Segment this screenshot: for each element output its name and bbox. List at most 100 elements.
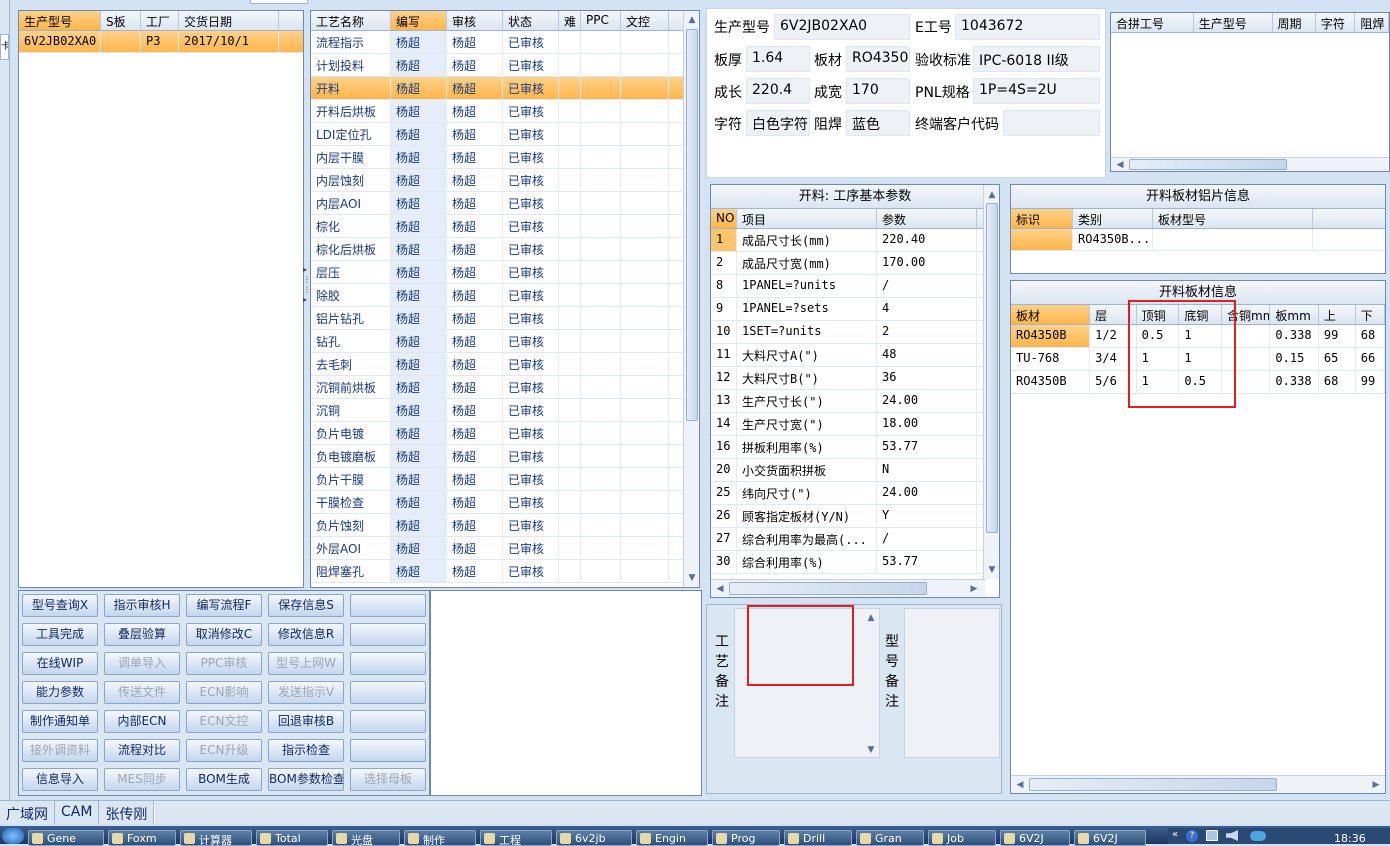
scroll-down-icon[interactable]: ▼	[985, 563, 999, 577]
network-icon[interactable]	[1206, 830, 1218, 841]
process-row[interactable]: 沉铜 杨超 杨超 已审核	[311, 399, 699, 422]
params-row[interactable]: 11 大料尺寸A(") 48	[711, 344, 999, 367]
action-button[interactable]: 工具完成	[22, 623, 98, 646]
process-row[interactable]: 内层AOI 杨超 杨超 已审核	[311, 192, 699, 215]
orders-row[interactable]: 6V2JB02XA0 P3 2017/10/1	[19, 31, 303, 53]
board-col-header[interactable]: 上	[1319, 305, 1356, 324]
action-button[interactable]: 指示检查	[268, 739, 344, 762]
process-vscrollbar[interactable]: ▲ ▼	[683, 11, 699, 587]
action-button[interactable]: BOM生成	[186, 768, 262, 791]
process-row[interactable]: 开料 杨超 杨超 已审核	[311, 77, 699, 100]
params-vscrollbar[interactable]: ▲ ▼	[983, 185, 999, 579]
process-row[interactable]: 棕化后烘板 杨超 杨超 已审核	[311, 238, 699, 261]
scroll-up-icon[interactable]: ▲	[685, 13, 699, 27]
action-button[interactable]: 编写流程F	[186, 594, 262, 617]
customer-field[interactable]	[1003, 110, 1100, 136]
combine-col-header[interactable]: 生产型号	[1194, 13, 1273, 32]
params-row[interactable]: 9 1PANEL=?sets 4	[711, 298, 999, 321]
scroll-down-icon[interactable]: ▼	[685, 571, 699, 585]
board-col-header[interactable]: 板mm	[1270, 305, 1319, 324]
board-scroll-thumb[interactable]	[1029, 778, 1277, 791]
action-button[interactable]	[350, 594, 426, 617]
scroll-left-icon[interactable]: ◀	[1013, 778, 1027, 792]
action-button[interactable]: ECN文控	[186, 710, 262, 733]
orders-col-header[interactable]: 交货日期	[179, 11, 279, 30]
params-row[interactable]: 20 小交货面积拼板 N	[711, 459, 999, 482]
scroll-left-icon[interactable]: ◀	[713, 582, 727, 596]
combine-col-header[interactable]: 合拼工号	[1111, 13, 1194, 32]
action-button[interactable]: 修改信息R	[268, 623, 344, 646]
params-scroll-thumb[interactable]	[986, 203, 998, 533]
action-button[interactable]: 型号查询X	[22, 594, 98, 617]
process-col-header[interactable]: 状态	[503, 11, 559, 30]
params-col-header[interactable]: NO	[711, 209, 737, 228]
process-row[interactable]: 铝片钻孔 杨超 杨超 已审核	[311, 307, 699, 330]
process-col-header[interactable]: PPC	[581, 11, 621, 30]
action-button[interactable]: 能力参数	[22, 681, 98, 704]
process-row[interactable]: 阻焊塞孔 杨超 杨超 已审核	[311, 560, 699, 583]
action-button[interactable]: 调单导入	[104, 652, 180, 675]
prod-model-field[interactable]: 6V2JB02XA0	[774, 14, 910, 40]
scroll-up-icon[interactable]: ▲	[985, 188, 999, 202]
scroll-right-icon[interactable]: ▶	[967, 582, 981, 596]
action-button[interactable]: MES同步	[104, 768, 180, 791]
params-row[interactable]: 8 1PANEL=?units /	[711, 275, 999, 298]
params-row[interactable]: 2 成品尺寸宽(mm) 170.00	[711, 252, 999, 275]
help-icon[interactable]: ?	[1186, 830, 1198, 842]
board-hscrollbar[interactable]: ◀ ▶	[1011, 775, 1385, 793]
params-row[interactable]: 26 顾客指定板材(Y/N) Y	[711, 505, 999, 528]
scroll-left-icon[interactable]: ◀	[1113, 158, 1127, 171]
process-row[interactable]: 流程指示 杨超 杨超 已审核	[311, 31, 699, 54]
action-button[interactable]: PPC审核	[186, 652, 262, 675]
process-row[interactable]: 负片干膜 杨超 杨超 已审核	[311, 468, 699, 491]
start-button[interactable]	[2, 828, 24, 844]
params-row[interactable]: 13 生产尺寸长(") 24.00	[711, 390, 999, 413]
params-col-header[interactable]: 参数	[877, 209, 977, 228]
action-button[interactable]	[350, 739, 426, 762]
process-col-header[interactable]: 审核	[447, 11, 503, 30]
params-row[interactable]: 16 拼板利用率(%) 53.77	[711, 436, 999, 459]
width-field[interactable]: 170	[846, 78, 910, 104]
process-col-header[interactable]: 工艺名称	[311, 11, 391, 30]
process-row[interactable]: 负片蚀刻 杨超 杨超 已审核	[311, 514, 699, 537]
process-row[interactable]: 外层AOI 杨超 杨超 已审核	[311, 537, 699, 560]
scroll-right-icon[interactable]: ▶	[1369, 778, 1383, 792]
splitter-handle[interactable]: ▸ ⋮ ⋮ ▸	[303, 265, 311, 335]
params-row[interactable]: 10 1SET=?units 2	[711, 321, 999, 344]
model-notes-textarea[interactable]	[904, 608, 1000, 758]
action-button[interactable]: 发送指示V	[268, 681, 344, 704]
action-button[interactable]: 制作通知单	[22, 710, 98, 733]
process-row[interactable]: 棕化 杨超 杨超 已审核	[311, 215, 699, 238]
alum-row[interactable]: RO4350B...	[1011, 229, 1385, 251]
action-button[interactable]: 接外调资料	[22, 739, 98, 762]
params-hscroll-thumb[interactable]	[729, 582, 927, 595]
clock[interactable]: 18:36	[1334, 832, 1366, 845]
length-field[interactable]: 220.4	[746, 78, 810, 104]
process-row[interactable]: 计划投料 杨超 杨超 已审核	[311, 54, 699, 77]
alum-col-header[interactable]: 标识	[1011, 209, 1073, 228]
process-row[interactable]: 负片电镀 杨超 杨超 已审核	[311, 422, 699, 445]
material-field[interactable]: RO4350E	[846, 46, 910, 72]
ime-icon[interactable]	[1250, 831, 1266, 841]
process-row[interactable]: 开料后烘板 杨超 杨超 已审核	[311, 100, 699, 123]
action-button[interactable]: ECN升级	[186, 739, 262, 762]
tray-arrow-icon[interactable]: «	[1172, 829, 1178, 840]
action-button[interactable]	[350, 652, 426, 675]
action-button[interactable]: 取消修改C	[186, 623, 262, 646]
alum-col-header[interactable]: 板材型号	[1153, 209, 1313, 228]
process-col-header[interactable]: 文控	[621, 11, 669, 30]
left-dock-tab[interactable]: 卡	[0, 34, 9, 60]
char-field[interactable]: 白色字符	[746, 110, 810, 136]
action-button[interactable]: BOM参数检查	[268, 768, 344, 791]
solder-field[interactable]: 蓝色	[846, 110, 910, 136]
process-row[interactable]: 去毛刺 杨超 杨超 已审核	[311, 353, 699, 376]
process-row[interactable]: 负电镀磨板 杨超 杨超 已审核	[311, 445, 699, 468]
scroll-down-icon[interactable]: ▼	[864, 743, 878, 757]
action-button[interactable]	[350, 681, 426, 704]
process-row[interactable]: 钻孔 杨超 杨超 已审核	[311, 330, 699, 353]
params-row[interactable]: 30 综合利用率(%) 53.77	[711, 551, 999, 574]
action-button[interactable]: ECN影响	[186, 681, 262, 704]
thickness-field[interactable]: 1.64	[746, 46, 810, 72]
action-button[interactable]: 型号上网W	[268, 652, 344, 675]
process-scroll-thumb[interactable]	[686, 29, 698, 421]
